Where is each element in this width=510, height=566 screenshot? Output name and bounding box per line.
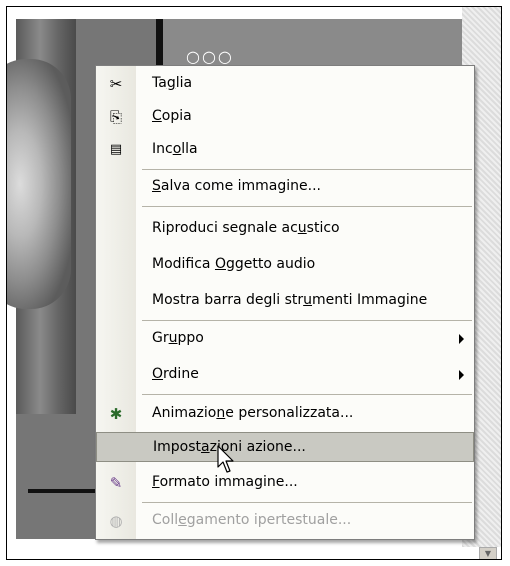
submenu-arrow-icon <box>459 370 464 380</box>
menu-separator <box>142 502 472 503</box>
animation-icon: ✱ <box>109 405 123 423</box>
menu-item-label: Modifica Oggetto audio <box>152 256 316 272</box>
screenshot-frame: ○○○ ▼ ✂ Taglia ⎘ Copia ▤ Incolla Salva c… <box>6 6 502 560</box>
menu-item-incolla[interactable]: ▤ Incolla <box>96 135 474 165</box>
menu-item-label: Copia <box>152 108 192 124</box>
menu-separator <box>142 206 472 207</box>
menu-item-mostra-barra[interactable]: Mostra barra degli strumenti Immagine <box>96 286 474 316</box>
menu-item-modifica-oggetto[interactable]: Modifica Oggetto audio <box>96 250 474 280</box>
menu-item-label: Incolla <box>152 141 198 157</box>
menu-item-riproduci-segnale[interactable]: Riproduci segnale acustico <box>96 214 474 244</box>
menu-item-label: Animazione personalizzata... <box>152 405 354 421</box>
menu-item-label: Ordine <box>152 366 199 382</box>
menu-item-label: Taglia <box>152 75 193 91</box>
menu-item-label: Riproduci segnale acustico <box>152 220 340 236</box>
menu-item-label: Formato immagine... <box>152 474 298 490</box>
menu-item-formato-immagine[interactable]: ✎ Formato immagine... <box>96 468 474 498</box>
scroll-down-button[interactable]: ▼ <box>479 547 497 559</box>
menu-item-label: Salva come immagine... <box>152 178 321 194</box>
car-image <box>7 19 76 414</box>
submenu-arrow-icon <box>459 334 464 344</box>
menu-item-salva-immagine[interactable]: Salva come immagine... <box>96 172 474 202</box>
selection-handles[interactable]: ○○○ <box>186 47 234 66</box>
copy-icon: ⎘ <box>109 108 122 126</box>
mouse-cursor-icon <box>217 445 234 473</box>
menu-item-impostazioni-azione[interactable]: Impostazioni azione... <box>96 432 474 462</box>
hyperlink-icon: ◍ <box>109 512 123 530</box>
menu-separator <box>142 169 472 170</box>
paste-icon: ▤ <box>109 142 123 157</box>
format-picture-icon: ✎ <box>109 474 123 492</box>
menu-item-copia[interactable]: ⎘ Copia <box>96 102 474 132</box>
menu-item-animazione[interactable]: ✱ Animazione personalizzata... <box>96 399 474 429</box>
menu-separator <box>142 320 472 321</box>
menu-item-collegamento: ◍ Collegamento ipertestuale... <box>96 506 474 536</box>
menu-item-ordine[interactable]: Ordine <box>96 360 474 390</box>
menu-item-label: Mostra barra degli strumenti Immagine <box>152 292 428 308</box>
menu-separator <box>142 394 472 395</box>
scissors-icon: ✂ <box>109 75 123 93</box>
menu-item-gruppo[interactable]: Gruppo <box>96 324 474 354</box>
context-menu: ✂ Taglia ⎘ Copia ▤ Incolla Salva come im… <box>95 65 475 540</box>
menu-item-label: Gruppo <box>152 330 204 346</box>
menu-item-label: Collegamento ipertestuale... <box>152 512 352 528</box>
menu-item-taglia[interactable]: ✂ Taglia <box>96 69 474 99</box>
car-wheel-image <box>7 59 71 309</box>
